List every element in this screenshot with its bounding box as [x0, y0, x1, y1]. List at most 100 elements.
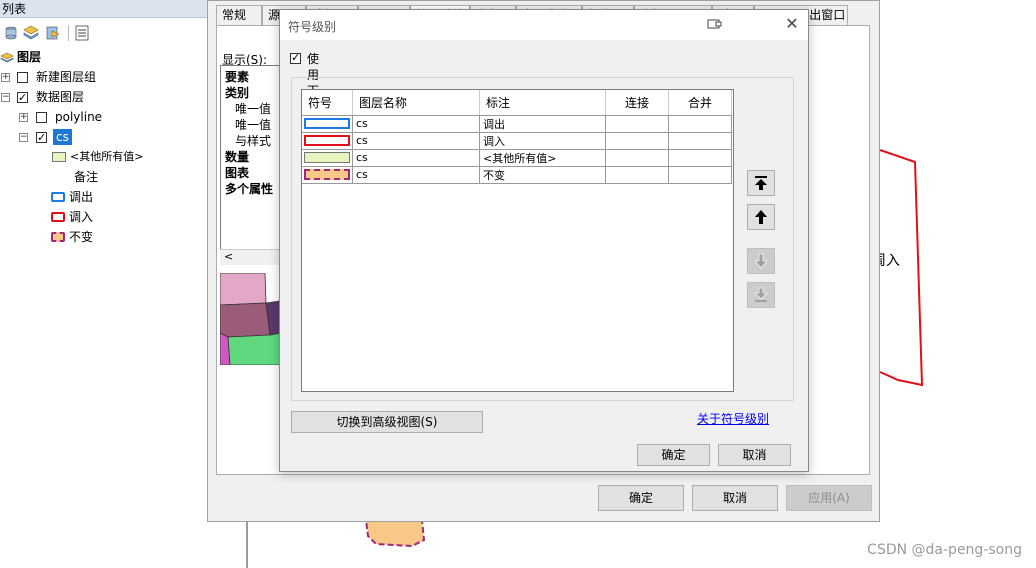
column-header-symbol[interactable]: 符号: [302, 90, 353, 116]
symbol-levels-table: 符号 图层名称 标注 连接 合并 cs 调出 cs 调入 cs <其他所有值> …: [301, 89, 734, 392]
close-icon[interactable]: ✕: [784, 16, 800, 32]
about-symbol-levels-link[interactable]: 关于符号级别: [697, 410, 769, 427]
list-item[interactable]: 要素: [225, 68, 249, 85]
list-item[interactable]: 唯一值: [235, 100, 271, 117]
watermark: CSDN @da-peng-song: [867, 542, 1022, 558]
ok-button[interactable]: 确定: [637, 444, 710, 466]
column-header-layer-name[interactable]: 图层名称: [352, 90, 480, 116]
horizontal-scrollbar[interactable]: <: [220, 249, 280, 265]
list-item[interactable]: 数量: [225, 148, 249, 165]
move-up-button[interactable]: [747, 204, 775, 230]
merge-cell[interactable]: [668, 132, 732, 150]
visibility-checkbox[interactable]: [36, 112, 47, 123]
legend-label: 不变: [69, 230, 94, 244]
collapse-icon[interactable]: −: [19, 133, 28, 142]
visibility-checkbox[interactable]: [36, 129, 47, 147]
list-item[interactable]: 多个属性: [225, 180, 273, 197]
list-by-visibility-icon[interactable]: [44, 24, 62, 42]
table-row[interactable]: cs 不变: [302, 166, 732, 184]
join-cell[interactable]: [605, 166, 669, 184]
red-outline-swatch-icon: [51, 212, 65, 222]
expand-icon[interactable]: +: [1, 73, 10, 82]
visibility-checkbox[interactable]: [17, 89, 28, 107]
restore-icon[interactable]: [707, 18, 723, 30]
list-by-source-icon[interactable]: [22, 24, 40, 42]
legend-entry-unchanged: 不变: [0, 228, 180, 246]
props-ok-button[interactable]: 确定: [598, 485, 684, 511]
orange-dashed-swatch-icon: [51, 232, 65, 242]
tree-item-label-selected[interactable]: cs: [53, 129, 72, 145]
merge-cell[interactable]: [668, 166, 732, 184]
join-cell[interactable]: [605, 132, 669, 150]
visibility-checkbox[interactable]: [17, 72, 28, 83]
join-cell[interactable]: [605, 149, 669, 167]
tree-item-cs[interactable]: − cs: [0, 128, 160, 147]
table-row[interactable]: cs <其他所有值>: [302, 149, 732, 167]
symbol-cell[interactable]: [302, 149, 353, 167]
table-of-contents: 列表 图层 + 新建图层组 − 数据图层 + p: [0, 0, 207, 568]
table-row[interactable]: cs 调入: [302, 132, 732, 150]
expand-icon[interactable]: +: [19, 113, 28, 122]
props-apply-button[interactable]: 应用(A): [786, 485, 872, 511]
switch-advanced-view-button[interactable]: 切换到高级视图(S): [291, 411, 483, 433]
legend-label: 调出: [69, 190, 94, 204]
label-cell: 调出: [479, 115, 606, 133]
legend-heading: 备注: [0, 168, 180, 186]
move-to-bottom-button[interactable]: [747, 282, 775, 308]
list-item[interactable]: 类别: [225, 84, 249, 101]
layer-name-cell: cs: [352, 115, 480, 133]
legend-heading-label: 备注: [74, 170, 99, 184]
move-down-button[interactable]: [747, 248, 775, 274]
toc-toolbar: [0, 22, 207, 44]
blue-outline-swatch-icon: [51, 192, 65, 202]
red-outline-swatch-icon: [304, 135, 350, 146]
move-to-bottom-icon: [754, 287, 768, 302]
list-item[interactable]: 图表: [225, 164, 249, 181]
symbol-cell[interactable]: [302, 132, 353, 150]
list-item[interactable]: 唯一值: [235, 116, 271, 133]
merge-cell[interactable]: [668, 149, 732, 167]
light-green-swatch-icon: [52, 152, 66, 162]
label-cell: <其他所有值>: [479, 149, 606, 167]
join-cell[interactable]: [605, 115, 669, 133]
symbol-cell[interactable]: [302, 115, 353, 133]
move-up-icon: [755, 210, 767, 224]
tree-item-data-layers[interactable]: − 数据图层: [0, 88, 160, 107]
symbol-cell[interactable]: [302, 166, 353, 184]
column-header-join[interactable]: 连接: [605, 90, 669, 116]
move-down-icon: [754, 253, 768, 269]
move-to-top-button[interactable]: [747, 170, 775, 196]
tree-item-new-group[interactable]: + 新建图层组: [0, 68, 160, 86]
legend-entry-out: 调出: [0, 188, 180, 206]
light-green-swatch-icon: [304, 152, 350, 163]
list-item[interactable]: 与样式: [235, 132, 271, 149]
props-cancel-button[interactable]: 取消: [692, 485, 778, 511]
dialog-titlebar[interactable]: 符号级别 ✕: [280, 10, 808, 40]
tree-item-polyline[interactable]: + polyline: [0, 108, 160, 126]
orange-dashed-swatch-icon: [304, 169, 350, 180]
table-row[interactable]: cs 调出: [302, 115, 732, 133]
preview-map-image: [220, 273, 280, 365]
symbology-preview: [220, 273, 280, 365]
tree-item-label: 数据图层: [36, 90, 85, 104]
use-symbol-levels-checkbox[interactable]: [290, 50, 301, 66]
label-cell: 调入: [479, 132, 606, 150]
list-by-drawing-order-icon[interactable]: [2, 24, 20, 42]
map-polygon-orange: [364, 519, 426, 548]
toolbar-separator: [68, 25, 69, 41]
cancel-button[interactable]: 取消: [718, 444, 791, 466]
move-to-top-icon: [755, 176, 767, 190]
merge-cell[interactable]: [668, 115, 732, 133]
scroll-left-icon[interactable]: <: [224, 250, 233, 263]
tab-general[interactable]: 常规: [216, 5, 262, 25]
collapse-icon[interactable]: −: [1, 93, 10, 102]
legend-other-values: <其他所有值>: [0, 148, 180, 166]
layer-name-cell: cs: [352, 166, 480, 184]
column-header-label[interactable]: 标注: [479, 90, 606, 116]
options-icon[interactable]: [73, 24, 91, 42]
blue-outline-swatch-icon: [304, 118, 350, 129]
legend-label: <其他所有值>: [70, 150, 144, 163]
toc-root-layers[interactable]: 图层: [0, 48, 120, 66]
column-header-merge[interactable]: 合并: [668, 90, 732, 116]
pane-divider[interactable]: [246, 520, 252, 568]
